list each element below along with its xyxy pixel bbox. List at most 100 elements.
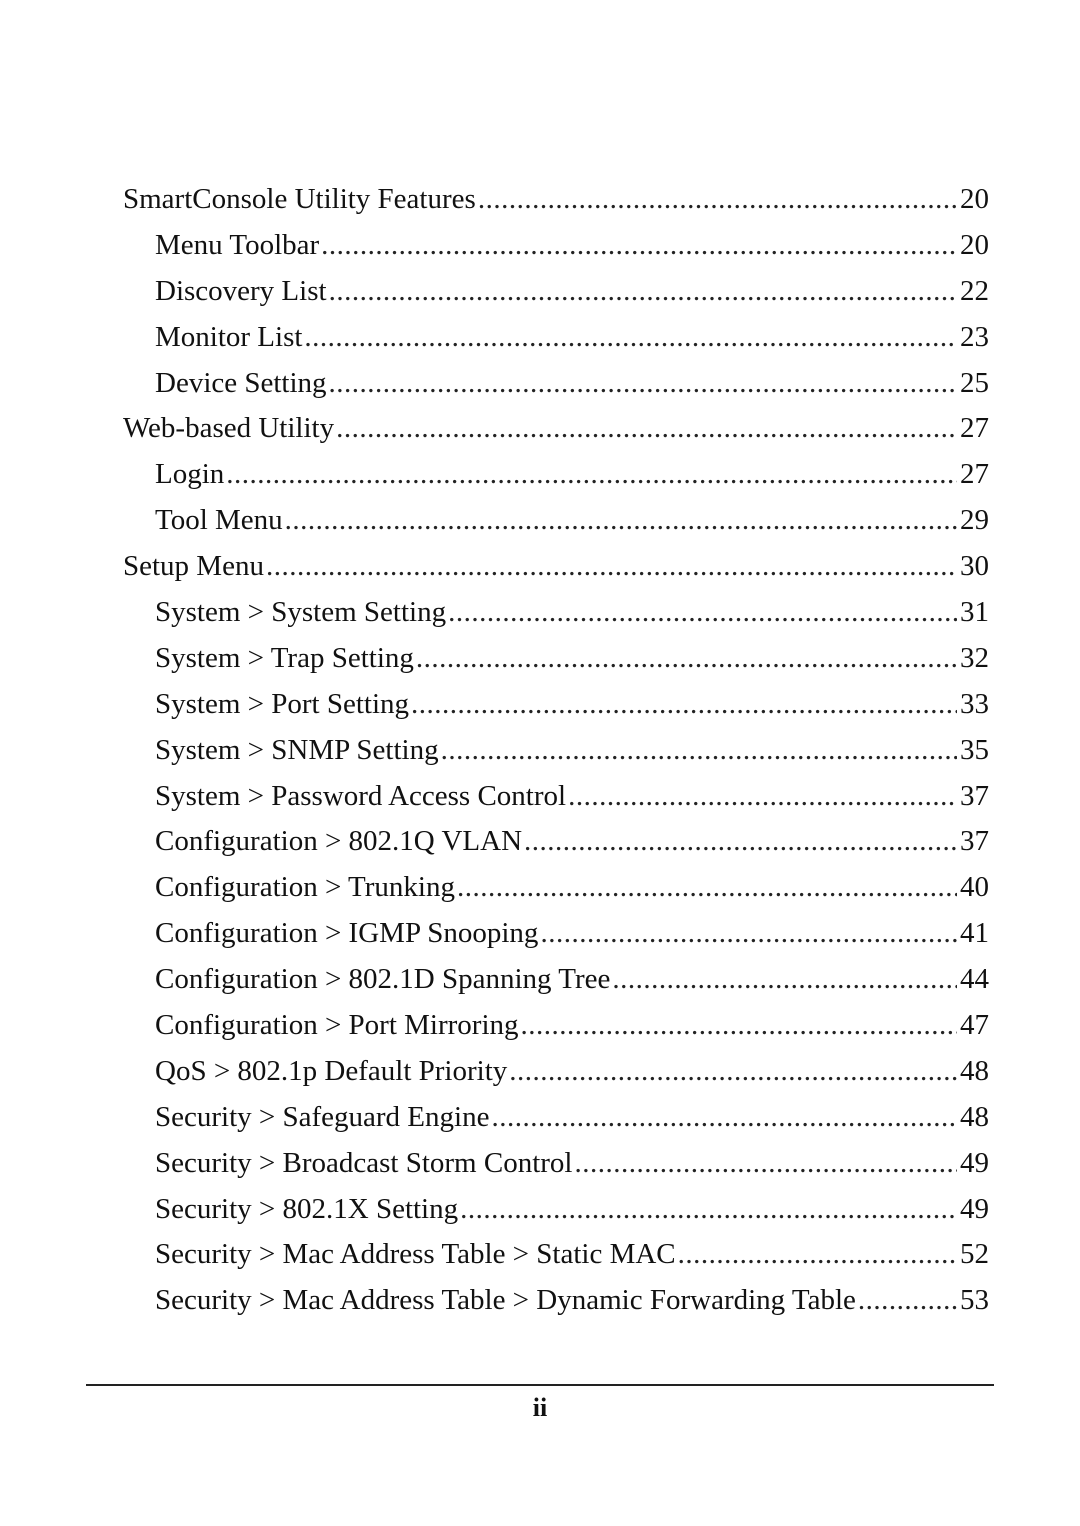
toc-entry[interactable]: Security > Mac Address Table > Static MA… <box>123 1232 989 1278</box>
toc-entry-title: Monitor List <box>155 320 303 353</box>
dot-leader <box>329 361 957 407</box>
toc-entry-page: 27 <box>960 412 989 445</box>
toc-entry-title: Discovery List <box>155 274 327 307</box>
toc-entry[interactable]: Configuration > IGMP Snooping 41 <box>123 911 989 957</box>
toc-entry-page: 49 <box>960 1146 989 1179</box>
toc-entry-title: Configuration > Trunking <box>155 871 455 904</box>
dot-leader <box>478 177 957 223</box>
footer-divider <box>86 1384 994 1386</box>
toc-entry-title: System > Trap Setting <box>155 641 414 674</box>
dot-leader <box>568 774 957 820</box>
toc-entry-title: Configuration > IGMP Snooping <box>155 917 539 950</box>
dot-leader <box>285 498 957 544</box>
toc-entry[interactable]: System > Port Setting 33 <box>123 682 989 728</box>
toc-entry[interactable]: Configuration > 802.1D Spanning Tree 44 <box>123 957 989 1003</box>
toc-entry-page: 23 <box>960 320 989 353</box>
dot-leader <box>441 728 957 774</box>
toc-entry-page: 35 <box>960 733 989 766</box>
toc-entry-page: 29 <box>960 504 989 537</box>
toc-entry-page: 32 <box>960 641 989 674</box>
toc-entry[interactable]: Security > 802.1X Setting 49 <box>123 1187 989 1233</box>
toc-entry-title: System > SNMP Setting <box>155 733 439 766</box>
dot-leader <box>678 1232 957 1278</box>
dot-leader <box>858 1278 957 1324</box>
toc-entry[interactable]: Security > Safeguard Engine 48 <box>123 1095 989 1141</box>
toc-entry[interactable]: Security > Mac Address Table > Dynamic F… <box>123 1278 989 1324</box>
toc-entry-page: 37 <box>960 779 989 812</box>
toc-entry-title: Security > 802.1X Setting <box>155 1192 459 1225</box>
toc-entry-page: 44 <box>960 963 989 996</box>
toc-entry-title: Configuration > 802.1Q VLAN <box>155 825 523 858</box>
toc-entry-page: 20 <box>960 183 989 215</box>
dot-leader <box>460 1187 957 1233</box>
dot-leader <box>521 1003 957 1049</box>
toc-entry[interactable]: System > System Setting 31 <box>123 590 989 636</box>
toc-entry[interactable]: Monitor List 23 <box>123 315 989 361</box>
toc-entry-title: Login <box>155 458 225 491</box>
dot-leader <box>612 957 957 1003</box>
toc-entry-page: 22 <box>960 274 989 307</box>
dot-leader <box>336 406 957 452</box>
toc-entry-page: 31 <box>960 596 989 629</box>
toc-entry-page: 20 <box>960 228 989 261</box>
dot-leader <box>329 269 957 315</box>
toc-entry-page: 48 <box>960 1054 989 1087</box>
toc-entry-title: Tool Menu <box>155 504 283 537</box>
toc-entry[interactable]: Configuration > Trunking 40 <box>123 865 989 911</box>
toc-entry-title: Menu Toolbar <box>155 228 320 261</box>
dot-leader <box>226 452 957 498</box>
toc-entry[interactable]: Security > Broadcast Storm Control 49 <box>123 1141 989 1187</box>
toc-entry-title: Security > Mac Address Table > Dynamic F… <box>155 1284 856 1317</box>
dot-leader <box>321 223 957 269</box>
dot-leader <box>509 1049 957 1095</box>
table-of-contents: SmartConsole Utility Features 20 Menu Too… <box>123 177 989 1324</box>
toc-entry-title: Configuration > Port Mirroring <box>155 1009 519 1042</box>
toc-entry[interactable]: Menu Toolbar 20 <box>123 223 989 269</box>
toc-entry[interactable]: Configuration > 802.1Q VLAN 37 <box>123 819 989 865</box>
toc-entry[interactable]: Tool Menu 29 <box>123 498 989 544</box>
dot-leader <box>491 1095 957 1141</box>
dot-leader <box>540 911 957 957</box>
toc-entry-page: 33 <box>960 687 989 720</box>
toc-entry[interactable]: System > Password Access Control 37 <box>123 774 989 820</box>
toc-entry-title: Configuration > 802.1D Spanning Tree <box>155 963 611 996</box>
toc-entry-title: System > System Setting <box>155 596 447 629</box>
toc-entry[interactable]: Discovery List 22 <box>123 269 989 315</box>
toc-entry[interactable]: Web-based Utility 27 <box>123 406 989 452</box>
toc-entry-page: 47 <box>960 1009 989 1042</box>
toc-entry[interactable]: Setup Menu 30 <box>123 544 989 590</box>
toc-entry-page: 53 <box>960 1284 989 1317</box>
dot-leader <box>304 315 957 361</box>
dot-leader <box>411 682 957 728</box>
toc-entry[interactable]: System > Trap Setting 32 <box>123 636 989 682</box>
toc-entry[interactable]: QoS > 802.1p Default Priority 48 <box>123 1049 989 1095</box>
toc-entry-page: 52 <box>960 1238 989 1271</box>
page-number: ii <box>532 1393 548 1422</box>
toc-entry-title: Setup Menu <box>123 550 264 583</box>
toc-entry-page: 41 <box>960 917 989 950</box>
toc-entry-page: 27 <box>960 458 989 491</box>
toc-entry-page: 37 <box>960 825 989 858</box>
toc-entry[interactable]: Device Setting 25 <box>123 361 989 407</box>
toc-entry-title: System > Password Access Control <box>155 779 567 812</box>
dot-leader <box>416 636 957 682</box>
toc-entry-title: Security > Mac Address Table > Static MA… <box>155 1238 676 1271</box>
toc-entry-title: Web-based Utility <box>123 412 335 445</box>
toc-entry[interactable]: System > SNMP Setting 35 <box>123 728 989 774</box>
dot-leader <box>574 1141 957 1187</box>
toc-entry-page: 48 <box>960 1100 989 1133</box>
dot-leader <box>524 819 957 865</box>
dot-leader <box>266 544 957 590</box>
toc-entry-title: Security > Safeguard Engine <box>155 1100 490 1133</box>
toc-entry-title: SmartConsole Utility Features <box>123 183 476 215</box>
toc-entry[interactable]: Configuration > Port Mirroring 47 <box>123 1003 989 1049</box>
toc-entry-title: System > Port Setting <box>155 687 410 720</box>
toc-entry-title: Security > Broadcast Storm Control <box>155 1146 573 1179</box>
toc-entry-page: 25 <box>960 366 989 399</box>
toc-entry[interactable]: SmartConsole Utility Features 20 <box>123 177 989 223</box>
toc-entry-page: 30 <box>960 550 989 583</box>
toc-entry-page: 49 <box>960 1192 989 1225</box>
toc-entry-title: Device Setting <box>155 366 327 399</box>
dot-leader <box>457 865 957 911</box>
toc-entry[interactable]: Login 27 <box>123 452 989 498</box>
